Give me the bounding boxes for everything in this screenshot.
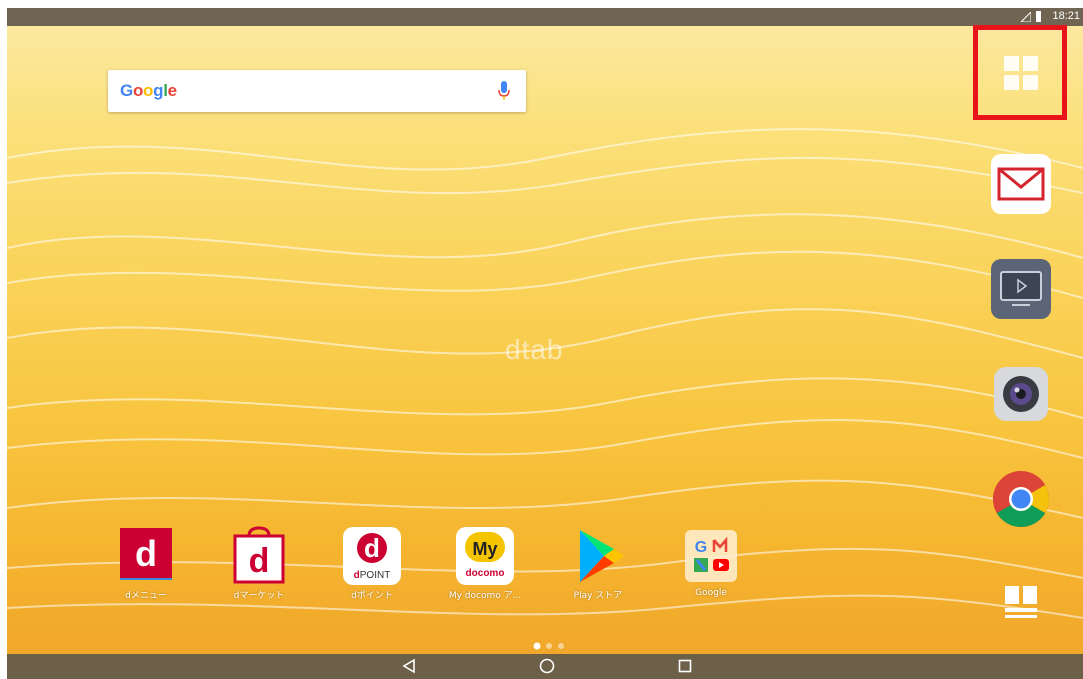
app-my-docomo[interactable]: My docomo My docomo ア... <box>445 526 525 601</box>
app-google-folder[interactable]: G Google <box>671 526 751 598</box>
google-logo: Google <box>120 81 177 100</box>
status-time: 18:21 <box>1052 10 1080 22</box>
tv-app[interactable] <box>989 257 1053 321</box>
signal-icon <box>1021 12 1031 22</box>
app-d-point[interactable]: d dPOINT dポイント <box>332 526 412 601</box>
widget-icon <box>1005 586 1037 618</box>
app-d-market[interactable]: d dマーケット <box>219 526 299 601</box>
svg-text:G: G <box>695 539 707 556</box>
tv-icon <box>991 259 1051 319</box>
app-play-store[interactable]: Play ストア <box>558 526 638 601</box>
app-label: dポイント <box>351 591 393 601</box>
back-icon[interactable] <box>402 658 416 674</box>
page-indicator <box>533 642 564 650</box>
app-label: dマーケット <box>233 591 285 601</box>
mail-icon <box>991 154 1051 214</box>
battery-icon <box>1036 11 1041 22</box>
page-dot <box>558 643 564 649</box>
mic-icon[interactable] <box>498 81 510 101</box>
my-docomo-icon: My docomo <box>455 526 515 586</box>
page-dot-active <box>533 642 541 650</box>
app-label: My docomo ア... <box>448 591 522 601</box>
wallpaper-brand: dtab <box>505 334 564 365</box>
svg-text:dPOINT: dPOINT <box>354 570 391 581</box>
home-screen: 18:21 Google dtab d dメニュー d dマーケット d dPO… <box>7 8 1083 679</box>
status-bar: 18:21 <box>7 8 1083 26</box>
home-icon[interactable] <box>539 658 555 674</box>
page-dot <box>546 643 552 649</box>
app-label: Play ストア <box>573 591 623 601</box>
camera-app[interactable] <box>989 362 1053 426</box>
svg-text:d: d <box>249 542 270 580</box>
svg-text:d: d <box>364 533 380 563</box>
play-store-icon <box>568 526 628 586</box>
svg-text:d: d <box>135 533 157 574</box>
widget-app[interactable] <box>989 570 1053 634</box>
chrome-icon <box>993 471 1049 527</box>
d-point-icon: d dPOINT <box>342 526 402 586</box>
app-label: Google <box>695 588 727 598</box>
navigation-bar <box>7 654 1083 679</box>
google-search-bar[interactable]: Google <box>108 70 526 112</box>
camera-icon <box>994 367 1048 421</box>
recents-icon[interactable] <box>678 658 692 674</box>
d-market-icon: d <box>229 526 289 586</box>
apps-drawer-icon <box>1004 56 1038 90</box>
svg-text:My: My <box>472 539 497 559</box>
d-menu-icon: d <box>116 526 176 586</box>
app-label: dメニュー <box>125 591 167 601</box>
svg-text:docomo: docomo <box>466 568 505 579</box>
apps-drawer-button[interactable] <box>989 41 1053 105</box>
mail-app[interactable] <box>989 152 1053 216</box>
app-d-menu[interactable]: d dメニュー <box>106 526 186 601</box>
chrome-app[interactable] <box>989 467 1053 531</box>
google-folder-icon: G <box>681 526 741 586</box>
